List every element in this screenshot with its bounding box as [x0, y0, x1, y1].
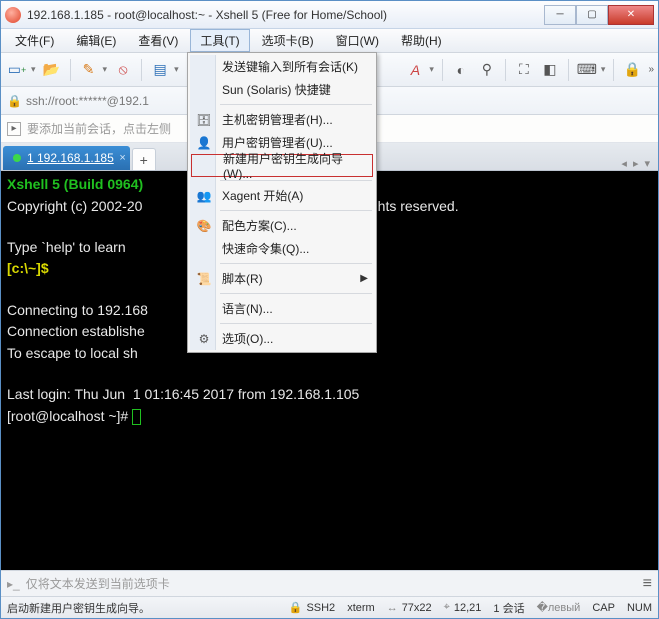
menu-tools[interactable]: 工具(T) [190, 29, 249, 52]
app-icon [5, 7, 21, 23]
status-sessions: 1 会话 [493, 600, 524, 616]
menu-solaris-shortcut[interactable]: Sun (Solaris) 快捷键 [190, 78, 374, 101]
new-session-icon[interactable]: ▭+ [7, 60, 27, 80]
script-icon: 📜 [196, 271, 212, 287]
send-menu-icon[interactable]: ≡ [643, 575, 652, 593]
menu-send-keys[interactable]: 发送键输入到所有会话(K) [190, 55, 374, 78]
menu-new-user-key-wizard[interactable]: 新建用户密钥生成向导(W)... [191, 154, 373, 177]
status-size: 77x22 [402, 602, 432, 614]
pos-icon: ⌖ [444, 601, 450, 614]
tab-label: 1 192.168.1.185 [27, 151, 114, 165]
open-icon[interactable]: 📂 [42, 60, 62, 80]
titlebar: 192.168.1.185 - root@localhost:~ - Xshel… [1, 1, 658, 29]
lock-indicator-icon: 🔒 [7, 94, 22, 108]
status-protocol: SSH2 [306, 602, 335, 614]
menu-host-key-manager[interactable]: 🗄主机密钥管理者(H)... [190, 108, 374, 131]
menu-help[interactable]: 帮助(H) [391, 29, 452, 52]
menu-color-scheme[interactable]: 🎨配色方案(C)... [190, 214, 374, 237]
find-icon[interactable]: ⚲ [477, 60, 497, 80]
send-bar: ▸_ 仅将文本发送到当前选项卡 ≡ [1, 570, 658, 596]
status-term: xterm [347, 602, 375, 614]
size-icon: ↔ [387, 602, 398, 614]
toolbar-overflow-icon[interactable]: » [648, 64, 654, 75]
xagent-icon: 👥 [196, 188, 212, 204]
minimize-button[interactable]: ─ [544, 5, 576, 25]
keyboard-icon[interactable]: ⌨ [577, 60, 597, 80]
menu-view[interactable]: 查看(V) [128, 29, 188, 52]
new-tab-button[interactable]: + [132, 148, 156, 170]
palette-icon[interactable]: ◐ [451, 60, 471, 80]
link-icon: �левый [537, 601, 581, 614]
status-bar: 启动新建用户密钥生成向导。 🔒SSH2 xterm ↔77x22 ⌖12,21 … [1, 596, 658, 618]
palette-icon: 🎨 [196, 218, 212, 234]
tab-prev-icon[interactable]: ◂ [621, 157, 627, 170]
add-session-icon[interactable]: ▸ [7, 122, 21, 136]
status-hint: 启动新建用户密钥生成向导。 [7, 600, 150, 616]
status-dot-icon [13, 154, 21, 162]
transparency-icon[interactable]: ◧ [540, 60, 560, 80]
menu-script[interactable]: 📜脚本(R)▶ [190, 267, 374, 290]
window-title: 192.168.1.185 - root@localhost:~ - Xshel… [27, 8, 544, 22]
menubar: 文件(F) 编辑(E) 查看(V) 工具(T) 选项卡(B) 窗口(W) 帮助(… [1, 29, 658, 53]
send-icon: ▸_ [7, 577, 20, 591]
menu-file[interactable]: 文件(F) [5, 29, 64, 52]
menu-edit[interactable]: 编辑(E) [66, 29, 126, 52]
address-text: ssh://root:******@192.1 [26, 94, 149, 108]
menu-quick-commands[interactable]: 快速命令集(Q)... [190, 237, 374, 260]
close-button[interactable]: ✕ [608, 5, 654, 25]
gear-icon: ⚙ [196, 331, 212, 347]
properties-icon[interactable]: ▤ [150, 60, 170, 80]
status-cap: CAP [592, 602, 615, 614]
menu-language[interactable]: 语言(N)... [190, 297, 374, 320]
session-tab[interactable]: 1 192.168.1.185 × [3, 146, 130, 170]
maximize-button[interactable]: ▢ [576, 5, 608, 25]
hint-text: 要添加当前会话，点击左侧 [27, 120, 171, 137]
tab-close-icon[interactable]: × [119, 152, 125, 164]
reconnect-icon[interactable]: ✎ [79, 60, 99, 80]
user-key-icon: 👤 [196, 135, 212, 151]
menu-window[interactable]: 窗口(W) [326, 29, 389, 52]
cursor [132, 409, 141, 425]
tab-menu-icon[interactable]: ▾ [644, 157, 650, 170]
disconnect-icon[interactable]: ⦸ [113, 60, 133, 80]
send-placeholder[interactable]: 仅将文本发送到当前选项卡 [26, 575, 637, 592]
menu-options[interactable]: ⚙选项(O)... [190, 327, 374, 350]
lock-icon[interactable]: 🔒 [622, 60, 642, 80]
status-pos: 12,21 [454, 602, 482, 614]
menu-xagent-start[interactable]: 👥Xagent 开始(A) [190, 184, 374, 207]
status-num: NUM [627, 602, 652, 614]
menu-tabs[interactable]: 选项卡(B) [252, 29, 324, 52]
font-icon[interactable]: A [405, 60, 425, 80]
host-key-icon: 🗄 [196, 112, 212, 128]
ssh-icon: 🔒 [289, 601, 303, 614]
tools-menu: 发送键输入到所有会话(K) Sun (Solaris) 快捷键 🗄主机密钥管理者… [187, 52, 377, 353]
submenu-arrow-icon: ▶ [360, 273, 368, 284]
fullscreen-icon[interactable]: ⛶ [514, 60, 534, 80]
tab-next-icon[interactable]: ▸ [633, 157, 639, 170]
